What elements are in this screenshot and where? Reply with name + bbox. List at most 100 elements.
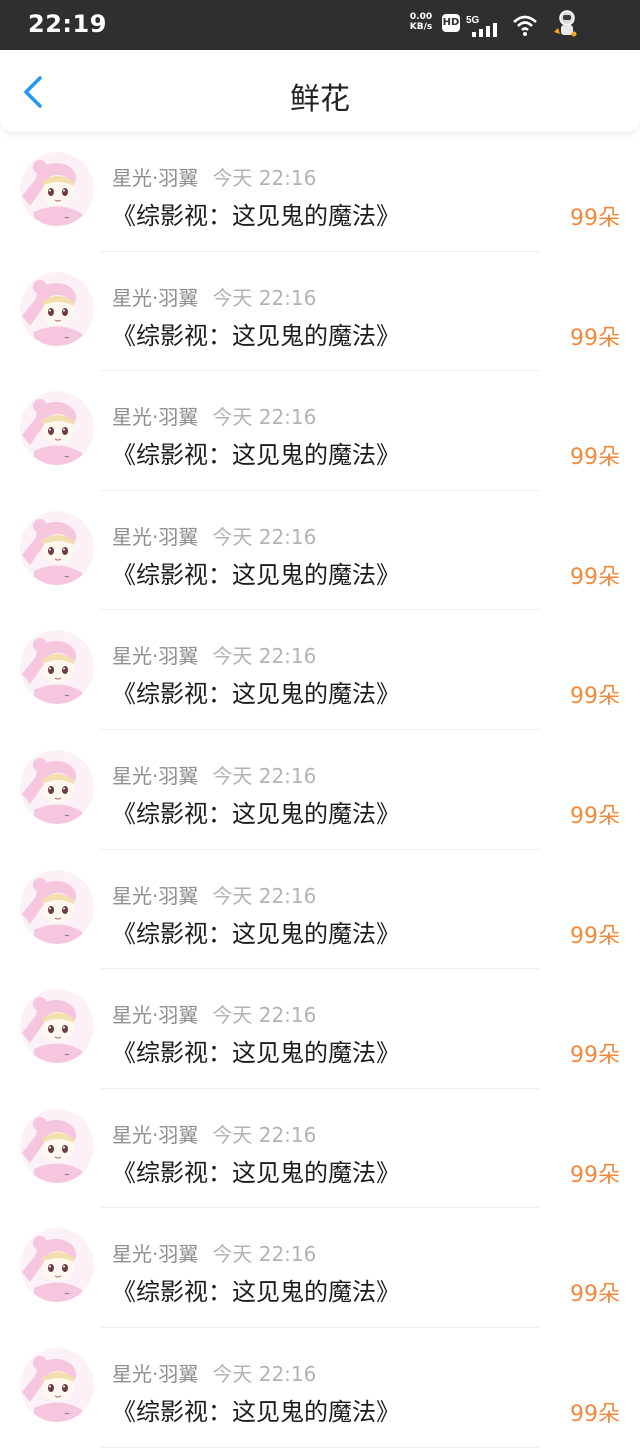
book-title: 《综影视：这见鬼的魔法》 (112, 1158, 400, 1187)
page-title: 鲜花 (290, 82, 350, 117)
row-meta: 星光·羽翼 今天 22:16 (112, 1119, 316, 1148)
sent-time: 今天 22:16 (212, 883, 317, 908)
list-item[interactable]: ~ 星光·羽翼 今天 22:16 《综影视：这见鬼的魔法》 99朵 (0, 252, 640, 372)
sent-time: 今天 22:16 (212, 1003, 317, 1028)
svg-text:~: ~ (64, 573, 70, 581)
flower-count: 99朵 (570, 325, 620, 351)
sender-name: 星光·羽翼 (112, 524, 199, 549)
astronaut-icon (550, 8, 580, 46)
avatar[interactable]: ~ (20, 630, 94, 705)
status-bar: 22:19 0.00 KB/s HD 5G (0, 0, 640, 50)
svg-text:~: ~ (64, 453, 70, 461)
avatar[interactable]: ~ (20, 1108, 94, 1183)
anime-girl-avatar-icon: ~ (20, 749, 94, 824)
book-title: 《综影视：这见鬼的魔法》 (112, 560, 400, 589)
anime-girl-avatar-icon: ~ (20, 989, 94, 1064)
avatar[interactable]: ~ (20, 989, 94, 1064)
avatar[interactable]: ~ (20, 1228, 94, 1303)
sender-name: 星光·羽翼 (112, 285, 199, 310)
list-item[interactable]: ~ 星光·羽翼 今天 22:16 《综影视：这见鬼的魔法》 99朵 (0, 850, 640, 970)
book-title: 《综影视：这见鬼的魔法》 (112, 680, 400, 709)
flower-count: 99朵 (570, 803, 620, 829)
wifi-icon (512, 12, 538, 42)
svg-text:~: ~ (64, 932, 70, 940)
row-meta: 星光·羽翼 今天 22:16 (112, 1358, 316, 1387)
svg-text:~: ~ (64, 812, 70, 820)
network-speed-unit: KB/s (409, 22, 433, 32)
flower-count: 99朵 (570, 564, 620, 590)
network-speed: 0.00 KB/s (404, 12, 438, 32)
flower-count: 99朵 (570, 206, 620, 231)
row-meta: 星光·羽翼 今天 22:16 (112, 640, 316, 669)
flower-count: 99朵 (570, 445, 620, 471)
svg-text:~: ~ (64, 1290, 70, 1298)
list-item[interactable]: ~ 星光·羽翼 今天 22:16 《综影视：这见鬼的魔法》 99朵 (0, 1328, 640, 1448)
avatar[interactable]: ~ (20, 749, 94, 824)
row-meta: 星光·羽翼 今天 22:16 (112, 162, 316, 191)
list-item[interactable]: ~ 星光·羽翼 今天 22:16 《综影视：这见鬼的魔法》 99朵 (0, 491, 640, 611)
list-item[interactable]: ~ 星光·羽翼 今天 22:16 《综影视：这见鬼的魔法》 99朵 (0, 132, 640, 252)
sent-time: 今天 22:16 (212, 1361, 317, 1386)
svg-text:~: ~ (64, 1410, 70, 1418)
avatar[interactable]: ~ (20, 510, 94, 585)
list-item[interactable]: ~ 星光·羽翼 今天 22:16 《综影视：这见鬼的魔法》 99朵 (0, 1208, 640, 1328)
svg-text:~: ~ (64, 1171, 70, 1179)
flower-count: 99朵 (570, 1401, 620, 1427)
avatar[interactable]: ~ (20, 152, 94, 226)
sender-name: 星光·羽翼 (112, 1003, 199, 1028)
network-type-label: 5G (466, 15, 480, 26)
sent-time: 今天 22:16 (212, 644, 317, 669)
avatar[interactable]: ~ (20, 271, 94, 346)
sent-time: 今天 22:16 (212, 166, 317, 190)
svg-text:~: ~ (64, 692, 70, 700)
sender-name: 星光·羽翼 (112, 883, 199, 908)
row-meta: 星光·羽翼 今天 22:16 (112, 999, 316, 1028)
anime-girl-avatar-icon: ~ (20, 1108, 94, 1183)
anime-girl-avatar-icon: ~ (20, 271, 94, 346)
flower-count: 99朵 (570, 1162, 620, 1188)
book-title: 《综影视：这见鬼的魔法》 (112, 919, 400, 948)
sender-name: 星光·羽翼 (112, 644, 199, 669)
sender-name: 星光·羽翼 (112, 763, 199, 788)
list-item[interactable]: ~ 星光·羽翼 今天 22:16 《综影视：这见鬼的魔法》 99朵 (0, 371, 640, 491)
flower-count: 99朵 (570, 1282, 620, 1308)
sent-time: 今天 22:16 (212, 285, 317, 310)
svg-text:~: ~ (64, 1051, 70, 1059)
sender-name: 星光·羽翼 (112, 1122, 199, 1147)
flower-count: 99朵 (570, 923, 620, 949)
sent-time: 今天 22:16 (212, 524, 317, 549)
list-item[interactable]: ~ 星光·羽翼 今天 22:16 《综影视：这见鬼的魔法》 99朵 (0, 730, 640, 850)
list-item[interactable]: ~ 星光·羽翼 今天 22:16 《综影视：这见鬼的魔法》 99朵 (0, 610, 640, 730)
sent-time: 今天 22:16 (212, 1122, 317, 1147)
sent-time: 今天 22:16 (212, 405, 317, 430)
anime-girl-avatar-icon: ~ (20, 869, 94, 944)
flower-gift-list: ~ 星光·羽翼 今天 22:16 《综影视：这见鬼的魔法》 99朵 ~ 星光·羽… (0, 132, 640, 1448)
signal-icon: 5G (466, 12, 504, 42)
status-time: 22:19 (28, 10, 107, 38)
network-speed-value: 0.00 (409, 12, 433, 22)
row-meta: 星光·羽翼 今天 22:16 (112, 1238, 316, 1267)
navigation-bar: 鲜花 (0, 50, 640, 132)
anime-girl-avatar-icon: ~ (20, 391, 94, 466)
svg-text:~: ~ (64, 334, 70, 342)
anime-girl-avatar-icon: ~ (20, 152, 94, 226)
divider (100, 1446, 540, 1448)
list-item[interactable]: ~ 星光·羽翼 今天 22:16 《综影视：这见鬼的魔法》 99朵 (0, 1089, 640, 1209)
avatar[interactable]: ~ (20, 391, 94, 466)
sent-time: 今天 22:16 (212, 763, 317, 788)
book-title: 《综影视：这见鬼的魔法》 (112, 1278, 400, 1307)
sender-name: 星光·羽翼 (112, 166, 199, 190)
book-title: 《综影视：这见鬼的魔法》 (112, 1039, 400, 1068)
book-title: 《综影视：这见鬼的魔法》 (112, 321, 400, 350)
flower-count: 99朵 (570, 1043, 620, 1069)
anime-girl-avatar-icon: ~ (20, 510, 94, 585)
book-title: 《综影视：这见鬼的魔法》 (112, 202, 400, 230)
row-meta: 星光·羽翼 今天 22:16 (112, 880, 316, 909)
avatar[interactable]: ~ (20, 869, 94, 944)
avatar[interactable]: ~ (20, 1347, 94, 1422)
anime-girl-avatar-icon: ~ (20, 630, 94, 705)
row-meta: 星光·羽翼 今天 22:16 (112, 282, 316, 311)
list-item[interactable]: ~ 星光·羽翼 今天 22:16 《综影视：这见鬼的魔法》 99朵 (0, 969, 640, 1089)
sender-name: 星光·羽翼 (112, 1361, 199, 1386)
sender-name: 星光·羽翼 (112, 1242, 199, 1267)
